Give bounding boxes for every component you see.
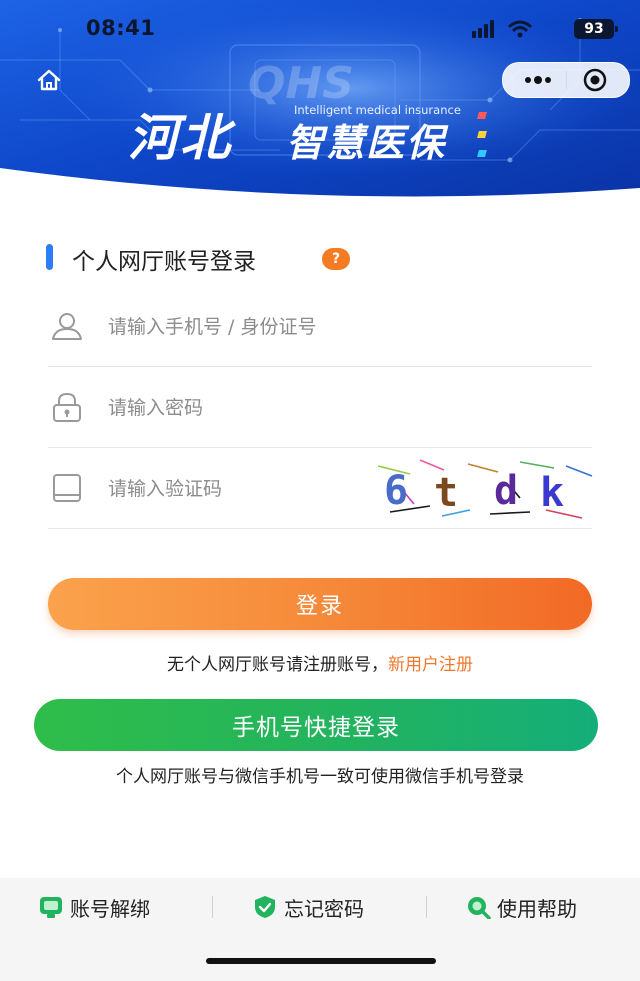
register-prompt-row: 无个人网厅账号请注册账号，新用户注册 <box>0 650 640 675</box>
register-link[interactable]: 新用户注册 <box>388 655 473 675</box>
captcha-char-2: t <box>434 470 458 516</box>
capsule-divider <box>566 71 567 89</box>
lock-icon <box>53 392 81 422</box>
page-title: 个人网厅账号登录 <box>72 249 256 275</box>
watermark-text: QHS <box>248 58 354 109</box>
user-icon <box>52 313 82 340</box>
home-indicator <box>206 958 436 964</box>
title-accent-bar <box>46 244 53 270</box>
phone-login-note: 个人网厅账号与微信手机号一致可使用微信手机号登录 <box>116 767 524 787</box>
header-banner: QHS 08:41 93 河北 Intelligent medical insu… <box>0 0 640 200</box>
footer-bar: 账号解绑 忘记密码 使用帮助 <box>0 878 640 981</box>
battery-indicator: 93 <box>574 19 618 39</box>
help-search-icon <box>468 897 491 919</box>
more-dots-icon[interactable] <box>523 72 553 88</box>
status-time: 08:41 <box>86 16 156 40</box>
home-icon[interactable] <box>36 68 62 92</box>
captcha-char-3: d <box>494 468 518 514</box>
password-input[interactable] <box>106 389 410 427</box>
account-field <box>48 286 592 367</box>
captcha-input[interactable] <box>106 470 360 508</box>
target-close-icon[interactable] <box>583 68 607 92</box>
footer-label-forgot-password: 忘记密码 <box>284 897 364 921</box>
captcha-char-4: k <box>540 470 564 516</box>
shield-icon <box>255 896 275 918</box>
help-question-icon[interactable]: ? <box>322 248 350 270</box>
brand-title-main: 河北 <box>128 109 232 167</box>
password-field <box>48 367 592 448</box>
tablet-icon <box>53 474 81 502</box>
footer-divider <box>426 896 427 918</box>
captcha-char-1: 6 <box>384 468 408 514</box>
account-input[interactable] <box>106 308 410 346</box>
register-prompt-text: 无个人网厅账号请注册账号， <box>167 655 388 675</box>
captcha-image[interactable]: 6 t d k <box>370 452 596 524</box>
phone-quick-login-button[interactable]: 手机号快捷登录 <box>34 699 598 751</box>
brand-title-sub: 智慧医保 <box>286 121 447 165</box>
footer-label-unbind: 账号解绑 <box>70 897 150 921</box>
unbind-icon <box>40 897 62 918</box>
footer-label-help: 使用帮助 <box>497 897 577 921</box>
login-button[interactable]: 登录 <box>48 578 592 630</box>
footer-divider <box>212 896 213 918</box>
signal-wifi-icon <box>472 20 532 38</box>
brand-accent-dots <box>477 104 489 157</box>
mini-program-capsule <box>502 62 630 98</box>
captcha-field: 6 t d k <box>48 448 593 529</box>
